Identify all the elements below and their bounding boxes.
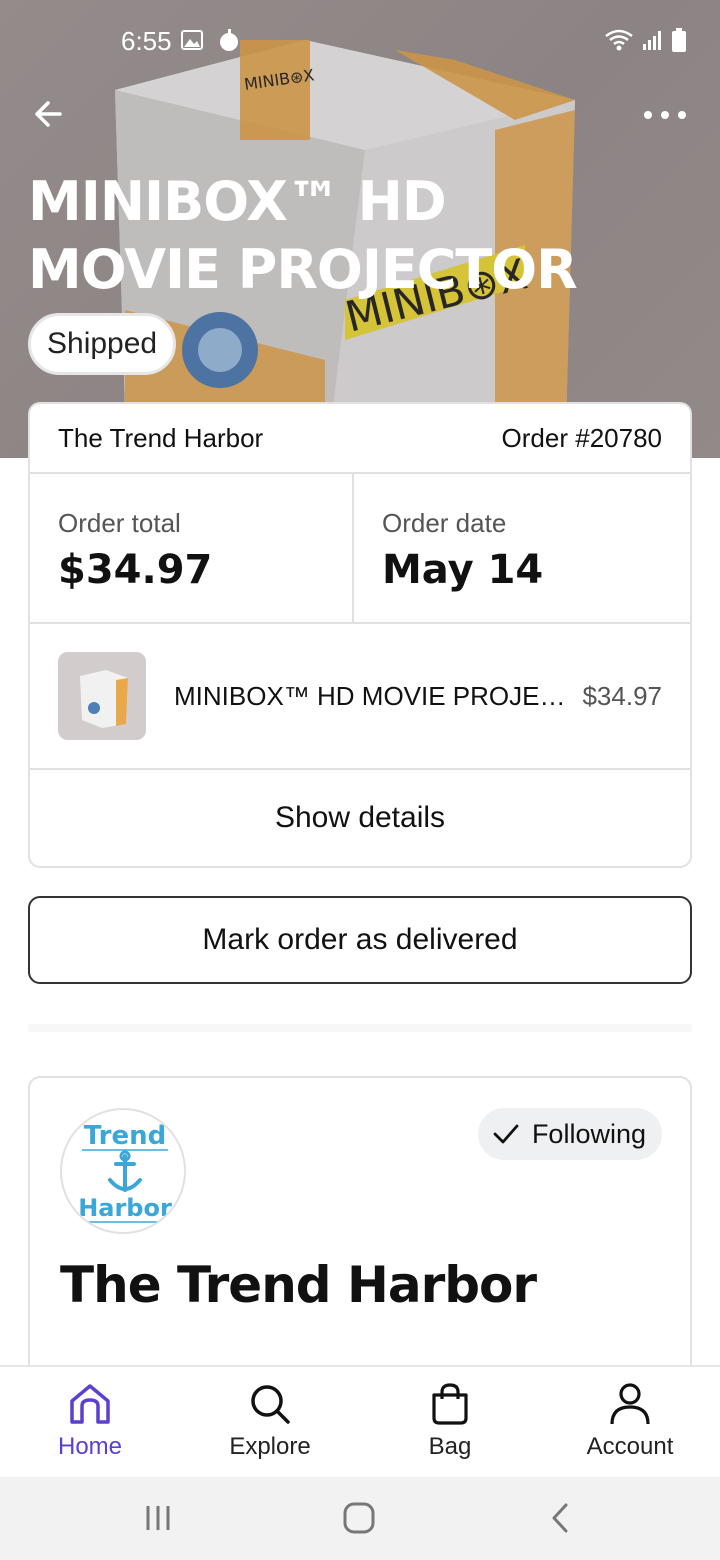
status-time: 6:55: [121, 26, 172, 56]
shop-logo[interactable]: Trend Harbor: [60, 1108, 186, 1234]
nav-home-label: Home: [57, 1433, 123, 1460]
status-bar: 6:55: [0, 0, 720, 84]
account-icon: [610, 1383, 650, 1425]
system-navigation-bar: [0, 1477, 720, 1560]
back-button-icon[interactable]: [548, 1501, 572, 1535]
order-date-block: Order date May 14: [354, 474, 571, 622]
order-total-value: $34.97: [58, 547, 213, 593]
nav-home[interactable]: Home: [0, 1367, 180, 1477]
nav-explore[interactable]: Explore: [180, 1367, 360, 1477]
bag-icon: [432, 1383, 468, 1425]
shop-logo-text-top: Trend: [84, 1121, 166, 1151]
recent-apps-icon[interactable]: [143, 1503, 173, 1533]
following-button[interactable]: Following: [477, 1108, 662, 1160]
more-options-icon[interactable]: [640, 100, 690, 130]
nav-explore-label: Explore: [229, 1433, 311, 1460]
shop-name-heading: The Trend Harbor: [60, 1256, 537, 1314]
product-thumbnail: [58, 652, 146, 740]
nav-bag[interactable]: Bag: [360, 1367, 540, 1477]
following-label: Following: [531, 1118, 646, 1149]
order-summary-card: The Trend Harbor Order #20780 Order tota…: [28, 402, 692, 868]
order-number: Order #20780: [501, 422, 662, 453]
bottom-navigation: Home Explore Bag Account: [0, 1365, 720, 1477]
nav-account-label: Account: [586, 1433, 674, 1460]
order-card-header: The Trend Harbor Order #20780: [30, 404, 690, 474]
product-title: MINIBOX™ HD MOVIE PROJECTOR: [28, 170, 578, 301]
shop-card: Trend Harbor Following The Trend Harbor: [28, 1076, 692, 1406]
order-shop-name: The Trend Harbor: [58, 422, 264, 453]
search-icon: [251, 1385, 290, 1424]
order-total-block: Order total $34.97: [30, 474, 354, 622]
signal-icon: [643, 31, 661, 50]
notification-icon: [220, 29, 238, 51]
item-price: $34.97: [582, 680, 662, 711]
back-arrow-icon[interactable]: [30, 94, 70, 134]
section-divider: [28, 1024, 692, 1032]
mark-delivered-button[interactable]: Mark order as delivered: [28, 896, 692, 984]
home-button-icon[interactable]: [342, 1501, 376, 1535]
show-details-button[interactable]: Show details: [30, 770, 690, 866]
order-status-badge: Shipped: [28, 313, 177, 375]
hero-banner: MINIB⊛X MINIB⊛X 6:55 MINIBOX™ HD MOVIE P…: [0, 0, 720, 458]
gallery-icon: [181, 30, 203, 50]
order-total-label: Order total: [58, 508, 181, 538]
home-icon: [70, 1384, 110, 1424]
checkmark-icon: [493, 1124, 519, 1144]
item-name: MINIBOX™ HD MOVIE PROJECTOR: [174, 680, 577, 711]
order-item-row[interactable]: MINIBOX™ HD MOVIE PROJECTOR $34.97: [30, 624, 690, 770]
battery-icon: [672, 28, 686, 52]
nav-account[interactable]: Account: [540, 1367, 720, 1477]
order-metrics: Order total $34.97 Order date May 14: [30, 474, 690, 624]
shop-logo-text-bottom: Harbor: [78, 1194, 172, 1222]
order-date-label: Order date: [382, 508, 507, 538]
order-date-value: May 14: [382, 547, 544, 593]
nav-bag-label: Bag: [428, 1433, 472, 1460]
wifi-icon: [605, 29, 633, 51]
